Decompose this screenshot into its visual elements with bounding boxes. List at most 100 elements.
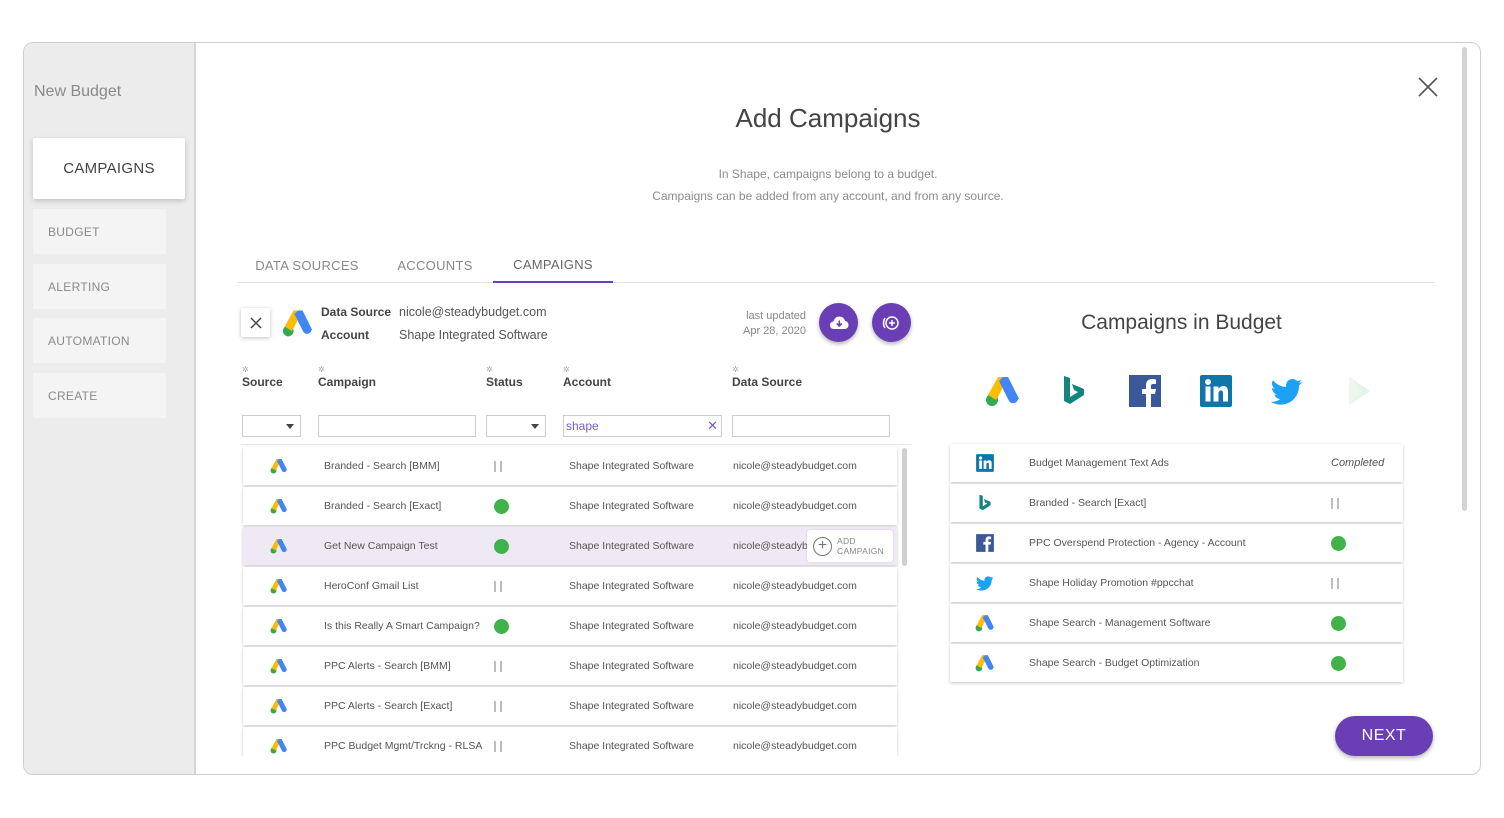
add-campaign-label: ADD CAMPAIGN	[837, 536, 884, 556]
data-source-filter-input[interactable]	[732, 415, 890, 437]
tab-campaigns[interactable]: CAMPAIGNS	[493, 247, 613, 283]
data-source-email: nicole@steadybudget.com	[733, 740, 857, 752]
twitter-icon[interactable]	[1269, 373, 1305, 409]
column-header-data-source[interactable]: ✲ Data Source	[732, 365, 802, 389]
table-row[interactable]: Is this Really A Smart Campaign? Shape In…	[243, 607, 897, 645]
campaign-cell: Shape Search - Budget Optimization	[1029, 644, 1289, 682]
source-cell	[975, 644, 997, 682]
google-ads-icon	[270, 697, 288, 715]
dialog-scrollbar[interactable]	[1462, 47, 1467, 511]
campaign-cell: Budget Management Text Ads	[1029, 444, 1289, 482]
source-cell	[270, 647, 290, 685]
budget-campaign-row[interactable]: Shape Search - Budget Optimization	[950, 644, 1403, 682]
source-cell	[270, 727, 290, 756]
google-ads-icon	[270, 737, 288, 755]
budget-campaign-row[interactable]: Budget Management Text Ads Completed	[950, 444, 1403, 482]
campaign-name: Get New Campaign Test	[324, 540, 438, 552]
campaign-name: PPC Overspend Protection - Agency - Acco…	[1029, 537, 1246, 549]
campaign-table: Branded - Search [BMM] Shape Integrated S…	[241, 444, 911, 756]
table-row[interactable]: Branded - Search [BMM] Shape Integrated S…	[243, 447, 897, 485]
table-row[interactable]: PPC Alerts - Search [Exact] Shape Integra…	[243, 687, 897, 725]
campaign-name: Shape Search - Budget Optimization	[1029, 657, 1200, 669]
status-active-indicator	[494, 498, 509, 514]
close-icon[interactable]	[1416, 75, 1440, 99]
account-name: Shape Integrated Software	[569, 620, 694, 632]
google-ads-icon	[270, 497, 288, 515]
column-header-label: Account	[563, 375, 611, 389]
sidebar-item-alerting[interactable]: ALERTING	[33, 264, 166, 309]
add-campaign-button[interactable]: + ADD CAMPAIGN	[807, 530, 893, 562]
budget-campaign-row[interactable]: Shape Holiday Promotion #ppcchat	[950, 564, 1403, 602]
campaign-cell: Is this Really A Smart Campaign?	[324, 607, 492, 645]
data-source-value: nicole@steadybudget.com	[399, 305, 547, 319]
status-paused-icon	[1331, 497, 1339, 509]
status-active-indicator	[494, 538, 509, 554]
sidebar-item-automation[interactable]: AUTOMATION	[33, 318, 166, 363]
column-header-campaign[interactable]: ✲ Campaign	[318, 365, 376, 389]
campaign-name: Branded - Search [BMM]	[324, 460, 440, 472]
table-row[interactable]: Get New Campaign Test Shape Integrated So…	[243, 527, 897, 565]
google-ads-icon	[270, 657, 288, 675]
next-button[interactable]: NEXT	[1335, 716, 1433, 756]
bing-icon[interactable]	[1056, 373, 1092, 409]
table-scrollbar[interactable]	[902, 448, 907, 566]
status-paused-icon	[1331, 577, 1339, 589]
column-header-account[interactable]: ✲ Account	[563, 365, 611, 389]
play-icon[interactable]	[1340, 373, 1376, 409]
status-active-indicator	[1331, 615, 1346, 631]
sort-icon: ✲	[242, 365, 249, 374]
source-cell	[270, 447, 290, 485]
linkedin-icon[interactable]	[1198, 373, 1234, 409]
status-cell	[1331, 484, 1351, 522]
sidebar-item-create[interactable]: CREATE	[33, 373, 166, 418]
refresh-download-button[interactable]	[819, 303, 858, 342]
data-source-cell: nicole@steadybudget.com	[733, 567, 883, 605]
table-row[interactable]: HeroConf Gmail List Shape Integrated Soft…	[243, 567, 897, 605]
data-source-label: Data Source	[321, 305, 392, 319]
column-header-source[interactable]: ✲ Source	[242, 365, 283, 389]
budget-campaign-row[interactable]: Shape Search - Management Software	[950, 604, 1403, 642]
column-header-label: Campaign	[318, 375, 377, 389]
campaign-cell: PPC Alerts - Search [Exact]	[324, 687, 492, 725]
status-filter-select[interactable]	[486, 415, 546, 437]
campaign-filter-input[interactable]	[318, 415, 476, 437]
status-cell	[494, 687, 514, 725]
sidebar-item-budget[interactable]: BUDGET	[33, 209, 166, 254]
table-row[interactable]: PPC Alerts - Search [BMM] Shape Integrate…	[243, 647, 897, 685]
status-cell	[494, 487, 514, 525]
tab-data-sources[interactable]: DATA SOURCES	[237, 247, 377, 283]
campaign-name: Branded - Search [Exact]	[1029, 497, 1147, 509]
column-header-status[interactable]: ✲ Status	[486, 365, 523, 389]
remove-data-source-button[interactable]	[241, 308, 270, 337]
data-source-cell: nicole@steadybudget.com	[733, 447, 883, 485]
campaign-cell: Shape Search - Management Software	[1029, 604, 1289, 642]
table-row[interactable]: Branded - Search [Exact] Shape Integrated…	[243, 487, 897, 525]
facebook-icon[interactable]	[1127, 373, 1163, 409]
source-filter-select[interactable]	[242, 415, 301, 437]
status-paused-icon	[494, 460, 502, 472]
add-source-button[interactable]	[872, 303, 911, 342]
source-cell	[270, 607, 290, 645]
budget-campaign-row[interactable]: PPC Overspend Protection - Agency - Acco…	[950, 524, 1403, 562]
table-row[interactable]: PPC Budget Mgmt/Trckng - RLSA Shape Integ…	[243, 727, 897, 756]
account-cell: Shape Integrated Software	[569, 487, 719, 525]
sidebar-item-campaigns[interactable]: CAMPAIGNS	[33, 138, 185, 199]
status-cell	[494, 607, 514, 645]
budget-campaign-row[interactable]: Branded - Search [Exact]	[950, 484, 1403, 522]
google-ads-icon	[975, 653, 995, 673]
status-cell	[494, 727, 514, 756]
clear-filter-icon[interactable]: ✕	[707, 418, 718, 434]
data-source-email: nicole@steadybudget.com	[733, 580, 857, 592]
account-filter-input[interactable]: shape ✕	[563, 415, 722, 437]
status-active-indicator	[1331, 535, 1346, 551]
twitter-icon	[975, 573, 995, 593]
sort-icon: ✲	[563, 365, 570, 374]
google-ads-icon[interactable]	[985, 373, 1021, 409]
campaign-name: Branded - Search [Exact]	[324, 500, 442, 512]
status-cell: Completed	[1331, 444, 1401, 482]
data-source-cell: nicole@steadybudget.com	[733, 647, 883, 685]
last-updated-date: Apr 28, 2020	[743, 325, 806, 337]
status-cell	[1331, 564, 1351, 602]
account-value: Shape Integrated Software	[399, 328, 548, 342]
tab-accounts[interactable]: ACCOUNTS	[377, 247, 493, 283]
